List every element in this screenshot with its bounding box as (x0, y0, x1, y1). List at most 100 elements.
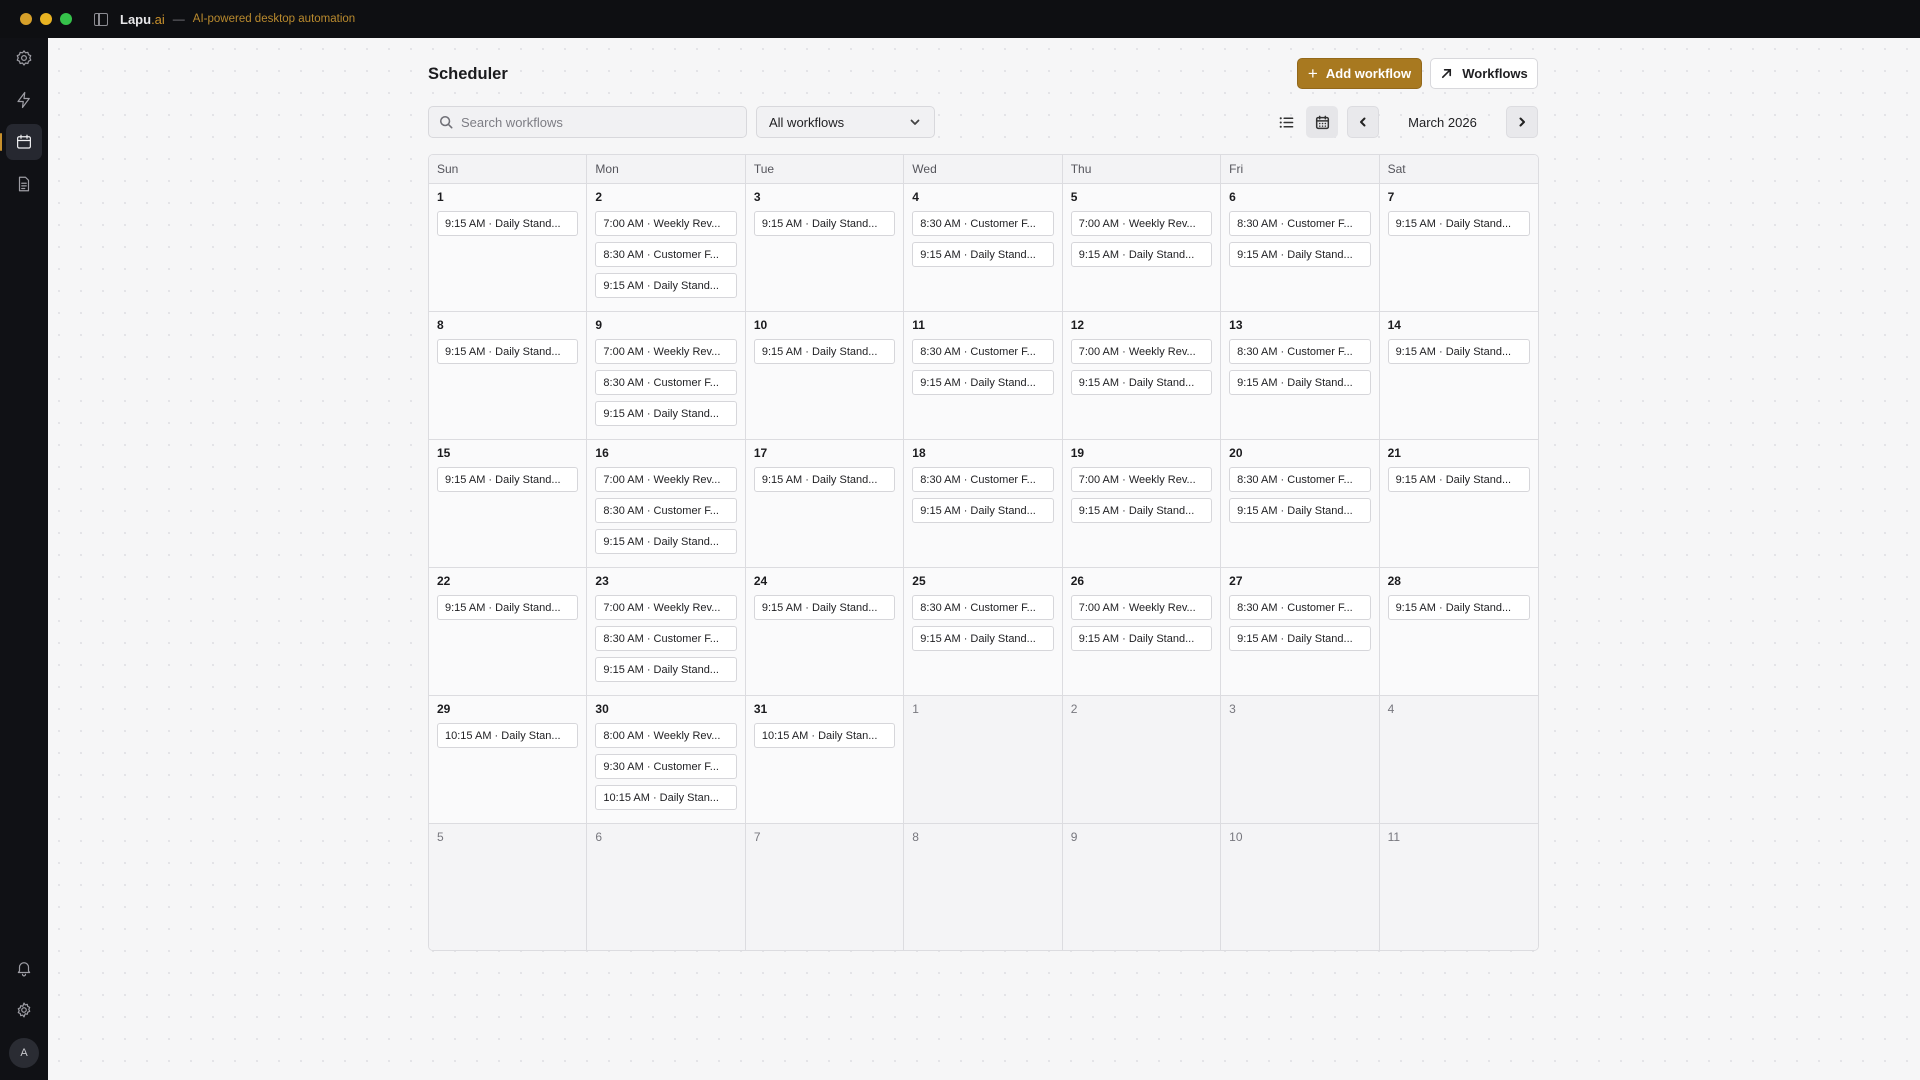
scheduled-workflow-event[interactable]: 7:00 AM · Weekly Rev... (595, 339, 737, 364)
scheduled-workflow-event[interactable]: 9:15 AM · Daily Stand... (1229, 370, 1371, 395)
scheduled-workflow-event[interactable]: 9:15 AM · Daily Stand... (1387, 595, 1530, 620)
calendar-day-cell[interactable]: 2 (1062, 696, 1222, 824)
calendar-day-cell[interactable]: 3 9:15 AM · Daily Stand... (745, 184, 905, 312)
scheduled-workflow-event[interactable]: 8:30 AM · Customer F... (595, 242, 737, 267)
scheduled-workflow-event[interactable]: 10:15 AM · Daily Stan... (595, 785, 737, 810)
scheduled-workflow-event[interactable]: 9:15 AM · Daily Stand... (1070, 370, 1213, 395)
scheduled-workflow-event[interactable]: 9:15 AM · Daily Stand... (753, 339, 896, 364)
calendar-day-cell[interactable]: 17 9:15 AM · Daily Stand... (745, 440, 905, 568)
sidebar-item-scheduler[interactable] (0, 124, 42, 160)
calendar-day-cell[interactable]: 8 9:15 AM · Daily Stand... (429, 312, 588, 440)
workflow-filter-select[interactable]: All workflows (756, 106, 935, 138)
minimize-window-button[interactable] (40, 13, 52, 25)
workflows-button[interactable]: Workflows (1430, 58, 1538, 89)
scheduled-workflow-event[interactable]: 7:00 AM · Weekly Rev... (1070, 339, 1213, 364)
scheduled-workflow-event[interactable]: 9:15 AM · Daily Stand... (437, 339, 579, 364)
sidebar-item-automations[interactable] (6, 82, 42, 118)
scheduled-workflow-event[interactable]: 9:15 AM · Daily Stand... (912, 626, 1054, 651)
calendar-day-cell[interactable]: 6 (587, 824, 746, 950)
scheduled-workflow-event[interactable]: 8:30 AM · Customer F... (595, 370, 737, 395)
scheduled-workflow-event[interactable]: 7:00 AM · Weekly Rev... (1070, 211, 1213, 236)
scheduled-workflow-event[interactable]: 9:15 AM · Daily Stand... (437, 467, 579, 492)
calendar-day-cell[interactable]: 15 9:15 AM · Daily Stand... (429, 440, 588, 568)
scheduled-workflow-event[interactable]: 10:15 AM · Daily Stan... (753, 723, 896, 748)
scheduled-workflow-event[interactable]: 9:30 AM · Customer F... (595, 754, 737, 779)
calendar-day-cell[interactable]: 8 (904, 824, 1063, 950)
search-input[interactable] (461, 114, 731, 130)
calendar-day-cell[interactable]: 9 (1062, 824, 1222, 950)
calendar-day-cell[interactable]: 20 8:30 AM · Customer F... 9:15 AM · Daily… (1221, 440, 1380, 568)
scheduled-workflow-event[interactable]: 9:15 AM · Daily Stand... (753, 211, 896, 236)
close-window-button[interactable] (20, 13, 32, 25)
scheduled-workflow-event[interactable]: 8:00 AM · Weekly Rev... (595, 723, 737, 748)
user-avatar[interactable]: A (9, 1038, 39, 1068)
calendar-day-cell[interactable]: 2 7:00 AM · Weekly Rev... 8:30 AM · Custom… (587, 184, 746, 312)
calendar-day-cell[interactable]: 10 (1221, 824, 1380, 950)
scheduled-workflow-event[interactable]: 9:15 AM · Daily Stand... (912, 370, 1054, 395)
next-month-button[interactable] (1506, 106, 1538, 138)
calendar-day-cell[interactable]: 18 8:30 AM · Customer F... 9:15 AM · Daily… (904, 440, 1063, 568)
scheduled-workflow-event[interactable]: 9:15 AM · Daily Stand... (1229, 626, 1371, 651)
calendar-day-cell[interactable]: 5 (429, 824, 588, 950)
sidebar-item-settings[interactable] (6, 992, 42, 1028)
calendar-day-cell[interactable]: 16 7:00 AM · Weekly Rev... 8:30 AM · Custo… (587, 440, 746, 568)
calendar-day-cell[interactable]: 4 8:30 AM · Customer F... 9:15 AM · Daily … (904, 184, 1063, 312)
calendar-day-cell[interactable]: 29 10:15 AM · Daily Stan... (429, 696, 588, 824)
scheduled-workflow-event[interactable]: 8:30 AM · Customer F... (912, 211, 1054, 236)
calendar-day-cell[interactable]: 1 9:15 AM · Daily Stand... (429, 184, 588, 312)
sidebar-item-notifications[interactable] (6, 950, 42, 986)
calendar-day-cell[interactable]: 6 8:30 AM · Customer F... 9:15 AM · Daily … (1221, 184, 1380, 312)
scheduled-workflow-event[interactable]: 9:15 AM · Daily Stand... (1387, 339, 1530, 364)
scheduled-workflow-event[interactable]: 9:15 AM · Daily Stand... (1229, 498, 1371, 523)
scheduled-workflow-event[interactable]: 9:15 AM · Daily Stand... (595, 273, 737, 298)
scheduled-workflow-event[interactable]: 8:30 AM · Customer F... (912, 467, 1054, 492)
calendar-day-cell[interactable]: 24 9:15 AM · Daily Stand... (745, 568, 905, 696)
calendar-day-cell[interactable]: 4 (1379, 696, 1538, 824)
scheduled-workflow-event[interactable]: 10:15 AM · Daily Stan... (437, 723, 579, 748)
calendar-day-cell[interactable]: 11 8:30 AM · Customer F... 9:15 AM · Daily… (904, 312, 1063, 440)
calendar-day-cell[interactable]: 7 9:15 AM · Daily Stand... (1379, 184, 1538, 312)
calendar-day-cell[interactable]: 23 7:00 AM · Weekly Rev... 8:30 AM · Custo… (587, 568, 746, 696)
calendar-day-cell[interactable]: 21 9:15 AM · Daily Stand... (1379, 440, 1538, 568)
scheduled-workflow-event[interactable]: 7:00 AM · Weekly Rev... (595, 467, 737, 492)
scheduled-workflow-event[interactable]: 9:15 AM · Daily Stand... (1387, 211, 1530, 236)
scheduled-workflow-event[interactable]: 7:00 AM · Weekly Rev... (595, 211, 737, 236)
scheduled-workflow-event[interactable]: 9:15 AM · Daily Stand... (1070, 498, 1213, 523)
scheduled-workflow-event[interactable]: 8:30 AM · Customer F... (595, 626, 737, 651)
maximize-window-button[interactable] (60, 13, 72, 25)
calendar-day-cell[interactable]: 3 (1221, 696, 1380, 824)
scheduled-workflow-event[interactable]: 9:15 AM · Daily Stand... (1387, 467, 1530, 492)
scheduled-workflow-event[interactable]: 8:30 AM · Customer F... (912, 595, 1054, 620)
sidebar-item-home[interactable] (6, 40, 42, 76)
search-box[interactable] (428, 106, 747, 138)
scheduled-workflow-event[interactable]: 7:00 AM · Weekly Rev... (1070, 595, 1213, 620)
scheduled-workflow-event[interactable]: 9:15 AM · Daily Stand... (1229, 242, 1371, 267)
sidebar-toggle-icon[interactable] (94, 12, 108, 26)
calendar-day-cell[interactable]: 12 7:00 AM · Weekly Rev... 9:15 AM · Daily… (1062, 312, 1222, 440)
calendar-day-cell[interactable]: 26 7:00 AM · Weekly Rev... 9:15 AM · Daily… (1062, 568, 1222, 696)
calendar-day-cell[interactable]: 1 (904, 696, 1063, 824)
scheduled-workflow-event[interactable]: 8:30 AM · Customer F... (1229, 339, 1371, 364)
scheduled-workflow-event[interactable]: 9:15 AM · Daily Stand... (912, 498, 1054, 523)
sidebar-item-documents[interactable] (6, 166, 42, 202)
calendar-day-cell[interactable]: 7 (745, 824, 905, 950)
scheduled-workflow-event[interactable]: 9:15 AM · Daily Stand... (595, 529, 737, 554)
scheduled-workflow-event[interactable]: 8:30 AM · Customer F... (1229, 211, 1371, 236)
scheduled-workflow-event[interactable]: 7:00 AM · Weekly Rev... (1070, 467, 1213, 492)
list-view-button[interactable] (1270, 106, 1302, 138)
scheduled-workflow-event[interactable]: 9:15 AM · Daily Stand... (912, 242, 1054, 267)
add-workflow-button[interactable]: + Add workflow (1297, 58, 1422, 89)
scheduled-workflow-event[interactable]: 9:15 AM · Daily Stand... (595, 401, 737, 426)
calendar-view-button[interactable] (1306, 106, 1338, 138)
previous-month-button[interactable] (1347, 106, 1379, 138)
scheduled-workflow-event[interactable]: 9:15 AM · Daily Stand... (1070, 626, 1213, 651)
scheduled-workflow-event[interactable]: 7:00 AM · Weekly Rev... (595, 595, 737, 620)
calendar-day-cell[interactable]: 25 8:30 AM · Customer F... 9:15 AM · Daily… (904, 568, 1063, 696)
calendar-day-cell[interactable]: 9 7:00 AM · Weekly Rev... 8:30 AM · Custom… (587, 312, 746, 440)
calendar-day-cell[interactable]: 19 7:00 AM · Weekly Rev... 9:15 AM · Daily… (1062, 440, 1222, 568)
calendar-day-cell[interactable]: 22 9:15 AM · Daily Stand... (429, 568, 588, 696)
scheduled-workflow-event[interactable]: 8:30 AM · Customer F... (1229, 595, 1371, 620)
calendar-day-cell[interactable]: 11 (1379, 824, 1538, 950)
calendar-day-cell[interactable]: 31 10:15 AM · Daily Stan... (745, 696, 905, 824)
calendar-day-cell[interactable]: 10 9:15 AM · Daily Stand... (745, 312, 905, 440)
